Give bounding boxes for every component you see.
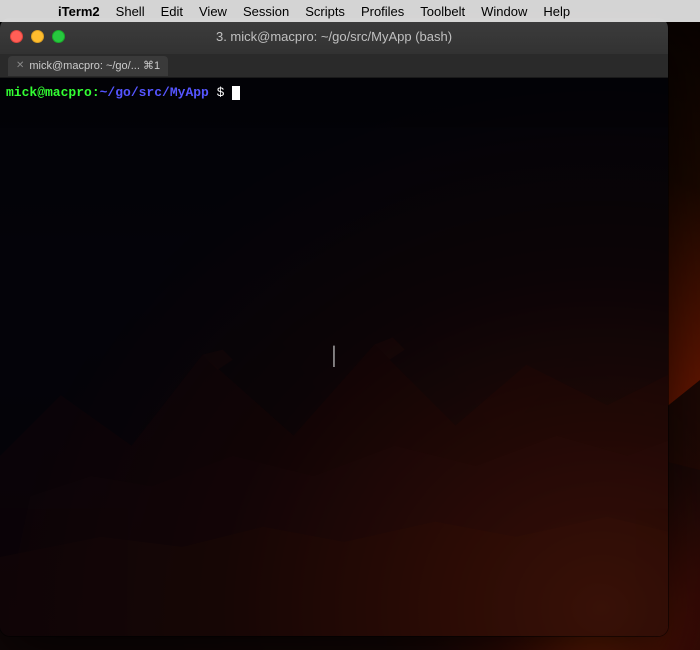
- menubar-help[interactable]: Help: [535, 0, 578, 22]
- minimize-button[interactable]: [31, 30, 44, 43]
- traffic-lights: [10, 30, 65, 43]
- menubar: iTerm2 Shell Edit View Session Scripts P…: [0, 0, 700, 22]
- terminal-prompt-line: mick@macpro:~/go/src/MyApp $: [6, 84, 240, 102]
- menubar-view[interactable]: View: [191, 0, 235, 22]
- terminal-tab[interactable]: ✕ mick@macpro: ~/go/... ⌘1: [8, 56, 168, 76]
- mouse-cursor: │: [329, 347, 340, 368]
- menubar-iterm2[interactable]: iTerm2: [50, 0, 108, 22]
- prompt-user: mick@macpro:: [6, 85, 100, 100]
- terminal-content[interactable]: mick@macpro:~/go/src/MyApp $ │: [0, 78, 668, 636]
- menubar-window[interactable]: Window: [473, 0, 535, 22]
- menubar-edit[interactable]: Edit: [153, 0, 191, 22]
- window-title: 3. mick@macpro: ~/go/src/MyApp (bash): [216, 29, 452, 44]
- menubar-toolbelt[interactable]: Toolbelt: [412, 0, 473, 22]
- prompt-dollar: $: [209, 85, 232, 100]
- tab-close-icon[interactable]: ✕: [16, 61, 24, 71]
- tabbar: ✕ mick@macpro: ~/go/... ⌘1: [0, 54, 668, 78]
- titlebar: 3. mick@macpro: ~/go/src/MyApp (bash): [0, 18, 668, 54]
- terminal-cursor: [232, 86, 240, 100]
- tab-label: mick@macpro: ~/go/... ⌘1: [29, 59, 160, 72]
- close-button[interactable]: [10, 30, 23, 43]
- menubar-profiles[interactable]: Profiles: [353, 0, 412, 22]
- maximize-button[interactable]: [52, 30, 65, 43]
- prompt-path: ~/go/src/MyApp: [100, 85, 209, 100]
- menubar-session[interactable]: Session: [235, 0, 297, 22]
- menubar-scripts[interactable]: Scripts: [297, 0, 353, 22]
- menubar-shell[interactable]: Shell: [108, 0, 153, 22]
- terminal-window: 3. mick@macpro: ~/go/src/MyApp (bash) ✕ …: [0, 18, 668, 636]
